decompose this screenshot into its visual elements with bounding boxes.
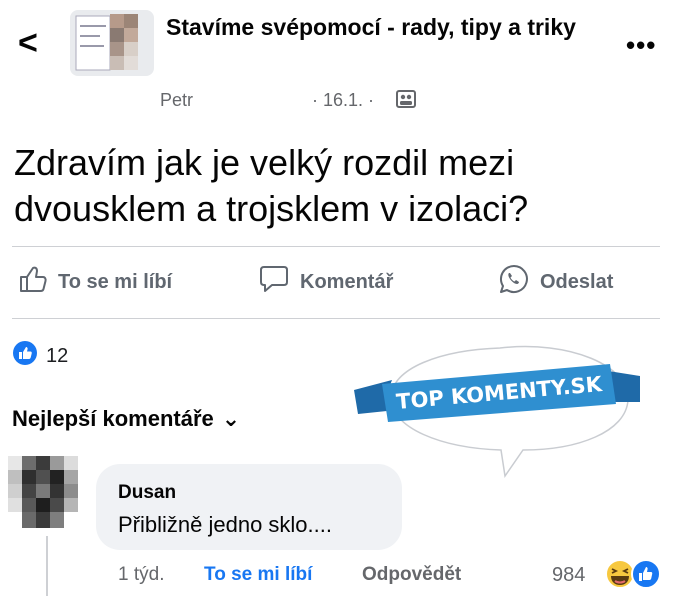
comment-text: Přibližně jedno sklo.... bbox=[118, 512, 332, 537]
comment-label: Komentář bbox=[300, 270, 394, 293]
post-text: Zdravím jak je velký rozdil mezi dvouskl… bbox=[14, 142, 529, 229]
commenter-avatar[interactable] bbox=[8, 456, 78, 528]
comment-sort-dropdown[interactable]: Nejlepší komentáře ⌄ bbox=[12, 406, 240, 432]
like-label: To se mi líbí bbox=[58, 270, 173, 293]
whatsapp-icon bbox=[498, 263, 530, 301]
share-button[interactable]: Odeslat bbox=[498, 262, 613, 302]
like-emoji-icon bbox=[631, 559, 661, 589]
comment-reaction-count[interactable]: 984 bbox=[552, 564, 585, 587]
group-audience-icon bbox=[396, 90, 416, 108]
group-title[interactable]: Stavíme svépomocí - rady, tipy a triky bbox=[166, 12, 586, 42]
laughing-emoji-icon bbox=[605, 559, 635, 589]
comment-button[interactable]: Komentář bbox=[258, 262, 393, 302]
more-options-button[interactable]: ••• bbox=[626, 30, 656, 61]
post-date[interactable]: · 16.1. · bbox=[312, 90, 374, 111]
like-reaction-icon bbox=[12, 340, 38, 372]
share-label: Odeslat bbox=[540, 270, 614, 293]
chevron-down-icon: ⌄ bbox=[221, 406, 241, 431]
reactions-count: 12 bbox=[46, 344, 69, 367]
divider bbox=[12, 246, 660, 247]
comment-reactions[interactable] bbox=[604, 558, 664, 590]
thumbs-up-icon bbox=[18, 264, 48, 300]
group-avatar[interactable] bbox=[70, 10, 154, 76]
topkomenty-stamp: TOP KOMENTY.SK bbox=[340, 330, 660, 478]
thread-line bbox=[46, 536, 48, 596]
reactions-summary[interactable]: 12 bbox=[12, 340, 68, 372]
sort-label: Nejlepší komentáře bbox=[12, 406, 214, 431]
comment-reply-button[interactable]: Odpovědět bbox=[362, 564, 461, 586]
like-button[interactable]: To se mi líbí bbox=[18, 262, 172, 302]
comment-author[interactable]: Dusan bbox=[118, 482, 176, 504]
divider bbox=[12, 318, 660, 319]
post-author[interactable]: Petr bbox=[160, 90, 193, 111]
comment-like-button[interactable]: To se mi líbí bbox=[204, 564, 312, 586]
comment-bubble-icon bbox=[258, 264, 290, 300]
comment-timestamp[interactable]: 1 týd. bbox=[118, 564, 164, 586]
back-button[interactable]: < bbox=[18, 26, 38, 60]
